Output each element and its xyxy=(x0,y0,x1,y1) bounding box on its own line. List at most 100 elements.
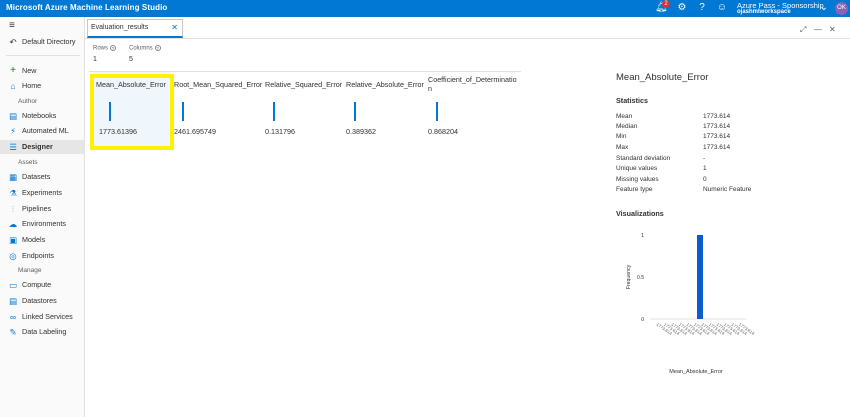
y-tick-label: 0 xyxy=(641,317,644,323)
sidebar-item-label: Environments xyxy=(22,219,66,228)
stat-value: 0 xyxy=(703,176,707,183)
sidebar-item-datastores[interactable]: ▤ Datastores xyxy=(0,294,85,308)
expand-icon[interactable]: ⤢ xyxy=(800,25,806,35)
tab-label: Evaluation_results xyxy=(91,24,149,31)
back-arrow-icon: ↶ xyxy=(9,37,17,47)
chevron-down-icon[interactable]: ⌄ xyxy=(818,2,830,14)
stat-value: 1 xyxy=(703,165,707,172)
sidebar-item-notebooks[interactable]: ▤ Notebooks xyxy=(0,109,85,123)
statistics-heading: Statistics xyxy=(616,96,648,105)
mini-histogram-bar xyxy=(436,102,438,121)
stat-key: Unique values xyxy=(616,165,658,172)
column-relative-squared-error[interactable]: Relative_Squared_Error 0.131796 xyxy=(262,72,343,147)
stat-value: 1773.614 xyxy=(703,144,731,151)
sidebar-item-endpoints[interactable]: ◎ Endpoints xyxy=(0,249,85,263)
histogram-bar xyxy=(697,235,703,319)
rows-value: 1 xyxy=(93,56,97,63)
endpoint-icon: ◎ xyxy=(9,251,17,261)
sidebar-item-data-labeling[interactable]: ✎ Data Labeling xyxy=(0,325,85,339)
sidebar-item-label: Datasets xyxy=(22,172,51,181)
plus-icon: + xyxy=(10,65,16,76)
minimize-icon[interactable]: — xyxy=(814,25,822,34)
designer-icon: ☰ xyxy=(9,142,17,152)
visualizations-heading: Visualizations xyxy=(616,209,664,218)
sidebar-item-label: Home xyxy=(22,81,42,90)
section-assets: Assets xyxy=(18,159,38,166)
stat-key: Feature type xyxy=(616,186,653,193)
sidebar-item-automated-ml[interactable]: ⚡︎ Automated ML xyxy=(0,124,85,138)
workspace-name[interactable]: ojashmlworkspace xyxy=(737,9,791,15)
stat-value: 1773.614 xyxy=(703,133,731,140)
sidebar-item-experiments[interactable]: ⚗ Experiments xyxy=(0,186,85,200)
sidebar-item-datasets[interactable]: ▦ Datasets xyxy=(0,170,85,184)
lightning-icon: ⚡︎ xyxy=(10,126,16,136)
column-header[interactable]: Coefficient_of_Determination xyxy=(428,75,520,93)
column-header[interactable]: Relative_Absolute_Error xyxy=(346,80,424,89)
cell-value[interactable]: 0.868204 xyxy=(428,127,458,136)
home-icon: ⌂ xyxy=(10,81,16,91)
section-manage: Manage xyxy=(18,267,42,274)
sidebar-item-environments[interactable]: ☁ Environments xyxy=(0,217,85,231)
stat-key: Median xyxy=(616,123,638,130)
sidebar-item-new[interactable]: + New xyxy=(0,64,85,78)
column-relative-absolute-error[interactable]: Relative_Absolute_Error 0.389362 xyxy=(343,72,425,147)
info-icon[interactable]: ? xyxy=(154,45,161,51)
x-axis-label: Mean_Absolute_Error xyxy=(669,369,723,375)
sidebar: ≡ ↶ Default Directory + New ⌂ Home Autho… xyxy=(0,17,85,417)
cube-icon: ▣ xyxy=(8,235,18,245)
columns-value: 5 xyxy=(129,56,133,63)
columns-label: Columns? xyxy=(129,45,161,52)
sidebar-item-designer[interactable]: ☰ Designer xyxy=(0,140,85,154)
mini-histogram-bar xyxy=(273,102,275,121)
stat-value: 1773.614 xyxy=(703,113,731,120)
sidebar-item-label: New xyxy=(22,66,37,75)
column-header[interactable]: Root_Mean_Squared_Error xyxy=(174,80,262,89)
column-root-mean-squared-error[interactable]: Root_Mean_Squared_Error 2461.695749 xyxy=(171,72,262,147)
tab-bar: Evaluation_results ✕ ⤢ — ✕ xyxy=(85,17,850,39)
smiley-icon[interactable]: ☺ xyxy=(716,2,728,14)
storage-icon: ▤ xyxy=(8,296,18,306)
top-bar: Microsoft Azure Machine Learning Studio … xyxy=(0,0,850,17)
sidebar-item-pipelines[interactable]: ⫶ Pipelines xyxy=(0,202,85,216)
sidebar-item-linked-services[interactable]: ∞ Linked Services xyxy=(0,310,85,324)
sidebar-item-home[interactable]: ⌂ Home xyxy=(0,79,85,93)
details-title: Mean_Absolute_Error xyxy=(616,72,709,83)
stat-key: Mean xyxy=(616,113,633,120)
sidebar-item-label: Data Labeling xyxy=(22,327,67,336)
tag-icon: ✎ xyxy=(9,327,17,337)
divider xyxy=(6,55,80,56)
directory-label: Default Directory xyxy=(22,37,76,46)
stat-value: - xyxy=(703,155,706,162)
avatar[interactable]: OK xyxy=(835,2,848,15)
stat-value: 1773.614 xyxy=(703,123,731,130)
stat-key: Max xyxy=(616,144,629,151)
tab-evaluation-results[interactable]: Evaluation_results ✕ xyxy=(87,19,183,38)
cell-value[interactable]: 0.131796 xyxy=(265,127,295,136)
app-title[interactable]: Microsoft Azure Machine Learning Studio xyxy=(6,3,167,12)
close-pane-icon[interactable]: ✕ xyxy=(829,25,836,34)
sidebar-item-compute[interactable]: ▭ Compute xyxy=(0,278,85,292)
histogram-chart: 00.511773.6141773.6141773.6141773.614177… xyxy=(626,233,756,375)
notification-badge: 2 xyxy=(662,0,670,8)
cell-value[interactable]: 0.389362 xyxy=(346,127,376,136)
help-icon[interactable]: ? xyxy=(696,2,708,14)
stat-key: Min xyxy=(616,133,627,140)
info-icon[interactable]: ? xyxy=(110,45,117,51)
gear-icon[interactable]: ⚙ xyxy=(676,2,688,14)
sidebar-item-models[interactable]: ▣ Models xyxy=(0,233,85,247)
cell-value[interactable]: 2461.695749 xyxy=(174,127,216,136)
sidebar-item-label: Endpoints xyxy=(22,251,54,260)
directory-selector[interactable]: ↶ Default Directory xyxy=(0,35,85,49)
sidebar-item-label: Models xyxy=(22,235,46,244)
column-header[interactable]: Relative_Squared_Error xyxy=(265,80,342,89)
column-coefficient-of-determination[interactable]: Coefficient_of_Determination 0.868204 xyxy=(425,72,521,147)
close-icon[interactable]: ✕ xyxy=(171,20,178,36)
sidebar-item-label: Automated ML xyxy=(22,126,69,135)
y-axis-label: Frequency xyxy=(626,264,632,289)
y-tick-label: 1 xyxy=(641,233,644,239)
cloud-icon: ☁ xyxy=(8,219,18,229)
sidebar-item-label: Notebooks xyxy=(22,111,57,120)
hamburger-icon[interactable]: ≡ xyxy=(9,20,15,31)
sidebar-item-label: Experiments xyxy=(22,188,62,197)
stat-key: Missing values xyxy=(616,176,659,183)
